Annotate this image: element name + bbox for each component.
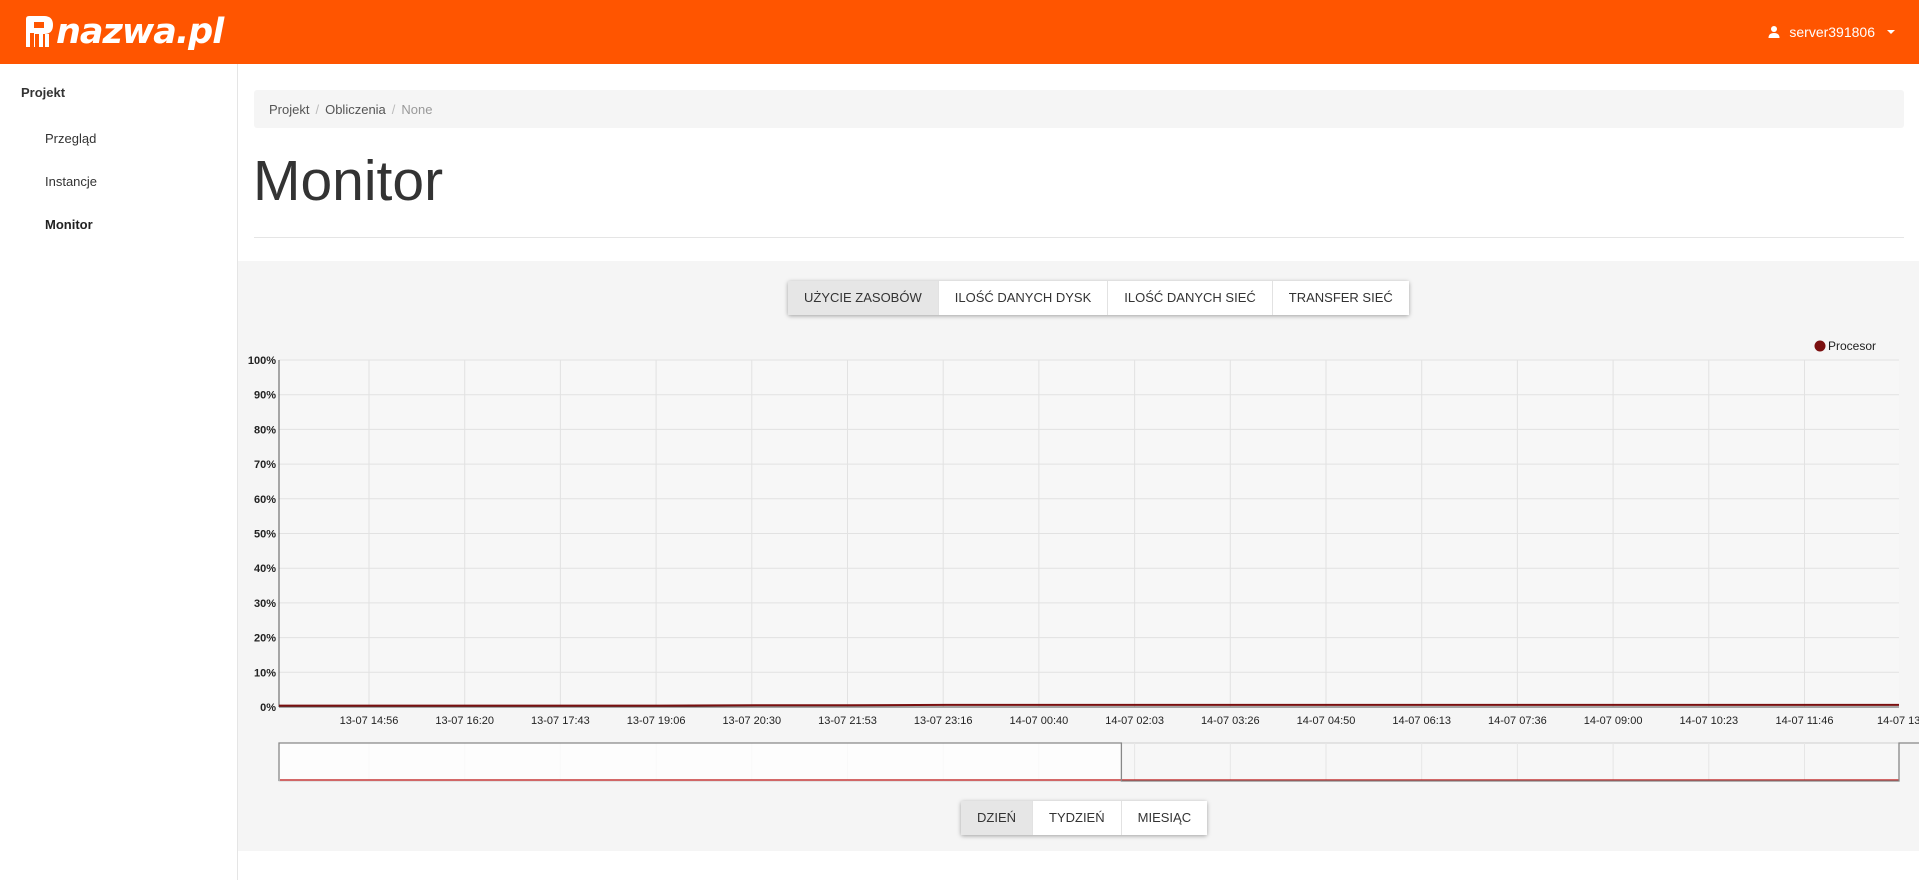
tab-dzien[interactable]: DZIEŃ <box>961 801 1033 835</box>
page-title: Monitor <box>253 149 444 213</box>
x-tick-label: 13-07 23:16 <box>914 715 973 727</box>
navigator-mask-left <box>279 743 1122 781</box>
user-menu[interactable]: server391806 <box>1767 0 1895 64</box>
breadcrumb-separator: / <box>391 101 396 117</box>
sidebar-item-monitor[interactable]: Monitor <box>45 217 93 232</box>
breadcrumb-item-obliczenia[interactable]: Obliczenia <box>325 102 386 117</box>
legend-marker-procesor <box>1814 340 1826 352</box>
navigator-handle-left[interactable] <box>1117 753 1125 769</box>
y-tick-label: 30% <box>254 598 276 610</box>
y-tick-label: 80% <box>254 424 276 436</box>
x-tick-label: 13-07 20:30 <box>722 715 781 727</box>
brand-logo-icon <box>26 16 53 47</box>
sidebar-item-przeglad[interactable]: Przegląd <box>45 131 96 146</box>
sidebar-item-instancje[interactable]: Instancje <box>45 174 97 189</box>
x-tick-label: 14-07 06:13 <box>1392 715 1451 727</box>
user-name: server391806 <box>1789 24 1875 40</box>
breadcrumb: Projekt / Obliczenia / None <box>254 90 1904 128</box>
user-icon <box>1768 26 1780 38</box>
x-tick-label: 14-07 11:46 <box>1776 715 1834 727</box>
brand-name: nazwa.pl <box>56 12 224 52</box>
sidebar-section-title[interactable]: Projekt <box>21 85 65 100</box>
x-tick-label: 13-07 14:56 <box>340 715 399 727</box>
sidebar: Projekt Przegląd Instancje Monitor <box>0 64 238 880</box>
y-tick-label: 10% <box>254 667 276 679</box>
breadcrumb-item-projekt[interactable]: Projekt <box>254 102 309 117</box>
breadcrumb-separator: / <box>315 101 320 117</box>
x-tick-label: 14-07 00:40 <box>1010 715 1069 727</box>
brand-logo[interactable]: nazwa.pl <box>22 12 224 52</box>
breadcrumb-item-current: None <box>401 101 433 117</box>
x-tick-label: 14-07 03:26 <box>1201 715 1260 727</box>
tab-miesiac[interactable]: MIESIĄC <box>1121 801 1208 835</box>
y-tick-label: 50% <box>254 529 276 541</box>
x-tick-label: 13-07 19:06 <box>627 715 686 727</box>
title-divider <box>254 237 1904 238</box>
x-tick-label: 14-07 02:03 <box>1105 715 1164 727</box>
y-tick-label: 0% <box>260 702 276 714</box>
x-tick-label: 14-07 04:50 <box>1297 715 1356 727</box>
legend-label-procesor: Procesor <box>1828 339 1876 353</box>
tab-transfer-siec[interactable]: TRANSFER SIEĆ <box>1272 281 1409 315</box>
tab-ilosc-danych-dysk[interactable]: ILOŚĆ DANYCH DYSK <box>938 281 1109 315</box>
top-bar: nazwa.pl server391806 <box>0 0 1919 64</box>
x-tick-label: 13-07 21:53 <box>818 715 877 727</box>
y-tick-label: 40% <box>254 563 276 575</box>
y-tick-label: 60% <box>254 494 276 506</box>
x-tick-label: 13-07 16:20 <box>435 715 494 727</box>
series-line-procesor <box>279 703 1899 707</box>
navigator-handle-right[interactable] <box>1895 753 1903 769</box>
x-tick-label: 14-07 07:36 <box>1488 715 1547 727</box>
tab-tydzien[interactable]: TYDZIEŃ <box>1033 801 1122 835</box>
y-tick-label: 90% <box>254 390 276 402</box>
tab-ilosc-danych-siec[interactable]: ILOŚĆ DANYCH SIEĆ <box>1108 281 1273 315</box>
metric-tabs: UŻYCIE ZASOBÓW ILOŚĆ DANYCH DYSK ILOŚĆ D… <box>788 281 1409 315</box>
x-tick-label: 14-07 13: <box>1877 715 1919 727</box>
x-tick-label: 14-07 09:00 <box>1584 715 1643 727</box>
x-tick-label: 13-07 17:43 <box>531 715 590 727</box>
tab-uzycie-zasobow[interactable]: UŻYCIE ZASOBÓW <box>788 281 939 315</box>
y-tick-label: 70% <box>254 459 276 471</box>
chevron-down-icon <box>1887 30 1895 34</box>
y-tick-label: 100% <box>248 355 276 367</box>
range-tabs: DZIEŃ TYDZIEŃ MIESIĄC <box>961 801 1208 835</box>
y-tick-label: 20% <box>254 633 276 645</box>
cpu-usage-chart: 100% 90% 80% 70% 60% 50% 40% 30% 20% 10% 0% 13-07 1… <box>248 339 1919 782</box>
x-tick-label: 14-07 10:23 <box>1679 715 1738 727</box>
